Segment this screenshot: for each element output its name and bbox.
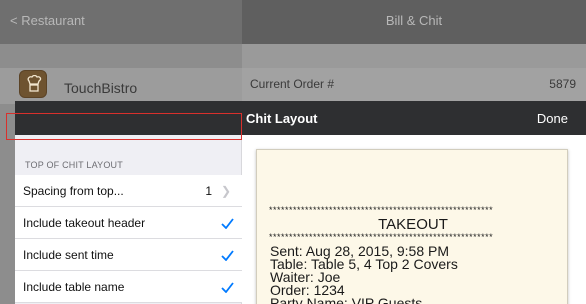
chit-takeout-header: TAKEOUT: [378, 216, 448, 233]
chit-separator-bottom: ****************************************…: [269, 232, 494, 242]
section-header: TOP OF CHIT LAYOUT: [25, 160, 123, 170]
include-sent-time-row[interactable]: Include sent time: [15, 239, 242, 271]
checkmark-icon: [221, 280, 234, 298]
chit-party-name: Party Name: VIP Guests: [270, 295, 423, 304]
include-takeout-header-row[interactable]: Include takeout header: [15, 207, 242, 239]
back-to-restaurant-link[interactable]: < Restaurant: [10, 13, 85, 28]
spacing-from-top-value: 1: [205, 184, 212, 198]
include-takeout-header-label: Include takeout header: [23, 216, 146, 230]
spacing-from-top-row[interactable]: Spacing from top... 1 ❯: [15, 175, 242, 207]
screen: < Restaurant Bill & Chit TouchBistro Cur…: [0, 0, 586, 304]
brand-name: TouchBistro: [64, 80, 138, 96]
modal-nav-bar: Chit Layout Done: [15, 101, 586, 135]
checkmark-icon: [221, 216, 234, 234]
spacing-from-top-label: Spacing from top...: [23, 184, 124, 198]
current-order-number: 5879: [549, 77, 576, 91]
settings-list: TOP OF CHIT LAYOUT Spacing from top... 1…: [15, 135, 242, 304]
current-order-label: Current Order #: [250, 77, 335, 91]
chit-preview-paper: ****************************************…: [256, 149, 568, 304]
chit-layout-modal: Chit Layout Done TOP OF CHIT LAYOUT Spac…: [15, 101, 586, 304]
modal-title: Chit Layout: [246, 111, 318, 126]
include-table-name-label: Include table name: [23, 280, 125, 294]
touchbistro-logo-icon: [19, 70, 47, 98]
include-sent-time-label: Include sent time: [23, 248, 114, 262]
checkmark-icon: [221, 248, 234, 266]
include-table-name-row[interactable]: Include table name: [15, 271, 242, 303]
chevron-right-icon: ❯: [220, 184, 231, 198]
chit-preview-pane: ****************************************…: [242, 135, 586, 304]
done-button[interactable]: Done: [537, 111, 568, 126]
chit-separator-top: ****************************************…: [269, 205, 494, 215]
background-title: Bill & Chit: [385, 13, 443, 28]
